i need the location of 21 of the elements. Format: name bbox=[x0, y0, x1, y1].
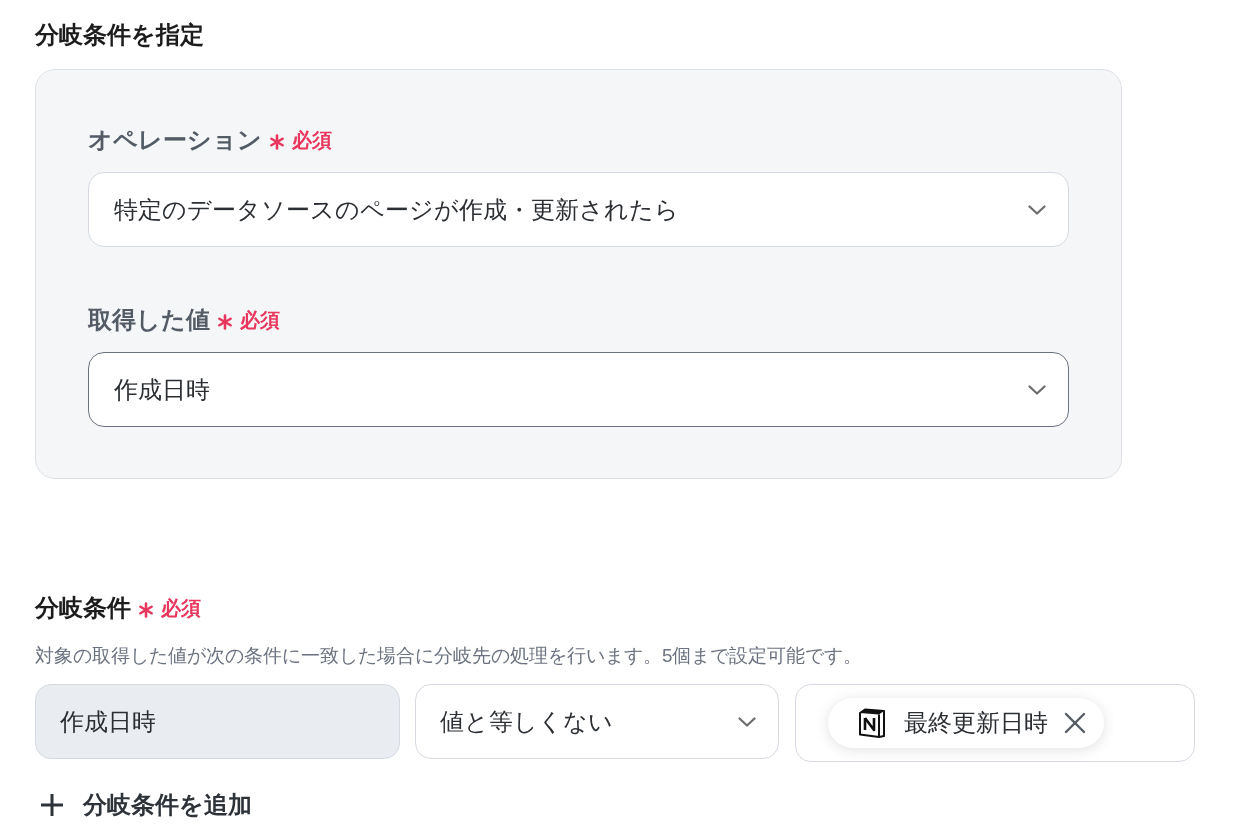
required-label: 必須 bbox=[240, 308, 280, 333]
required-label: 必須 bbox=[292, 128, 332, 153]
select-field[interactable]: 作成日時 bbox=[88, 352, 1069, 427]
chip-label: 最終更新日時 bbox=[904, 708, 1048, 738]
select-field[interactable]: 特定のデータソースのページが作成・更新されたら bbox=[88, 172, 1069, 247]
chevron-down-icon bbox=[738, 716, 756, 727]
chevron-down-icon bbox=[1028, 204, 1046, 215]
value-field[interactable]: 最終更新日時 bbox=[795, 684, 1195, 762]
logo-icon bbox=[858, 708, 886, 738]
field-label: 分岐条件 bbox=[35, 593, 131, 623]
required-label: 必須 bbox=[161, 596, 201, 621]
close-icon[interactable] bbox=[1064, 712, 1086, 734]
add-condition-button[interactable]: 分岐条件を追加 bbox=[41, 787, 252, 823]
description-text: 対象の取得した値が次の条件に一致した場合に分岐先の処理を行います。5個まで設定可能です。 bbox=[35, 644, 863, 668]
chevron-down-icon bbox=[1028, 384, 1046, 395]
field-label: 取得した値 bbox=[88, 305, 210, 335]
select-field[interactable]: 値と等しくない bbox=[415, 684, 779, 759]
plus-icon bbox=[41, 794, 63, 816]
readonly-field: 作成日時 bbox=[35, 684, 400, 759]
section-title: 分岐条件を指定 bbox=[35, 20, 204, 50]
field-label: オペレーション bbox=[88, 125, 262, 155]
